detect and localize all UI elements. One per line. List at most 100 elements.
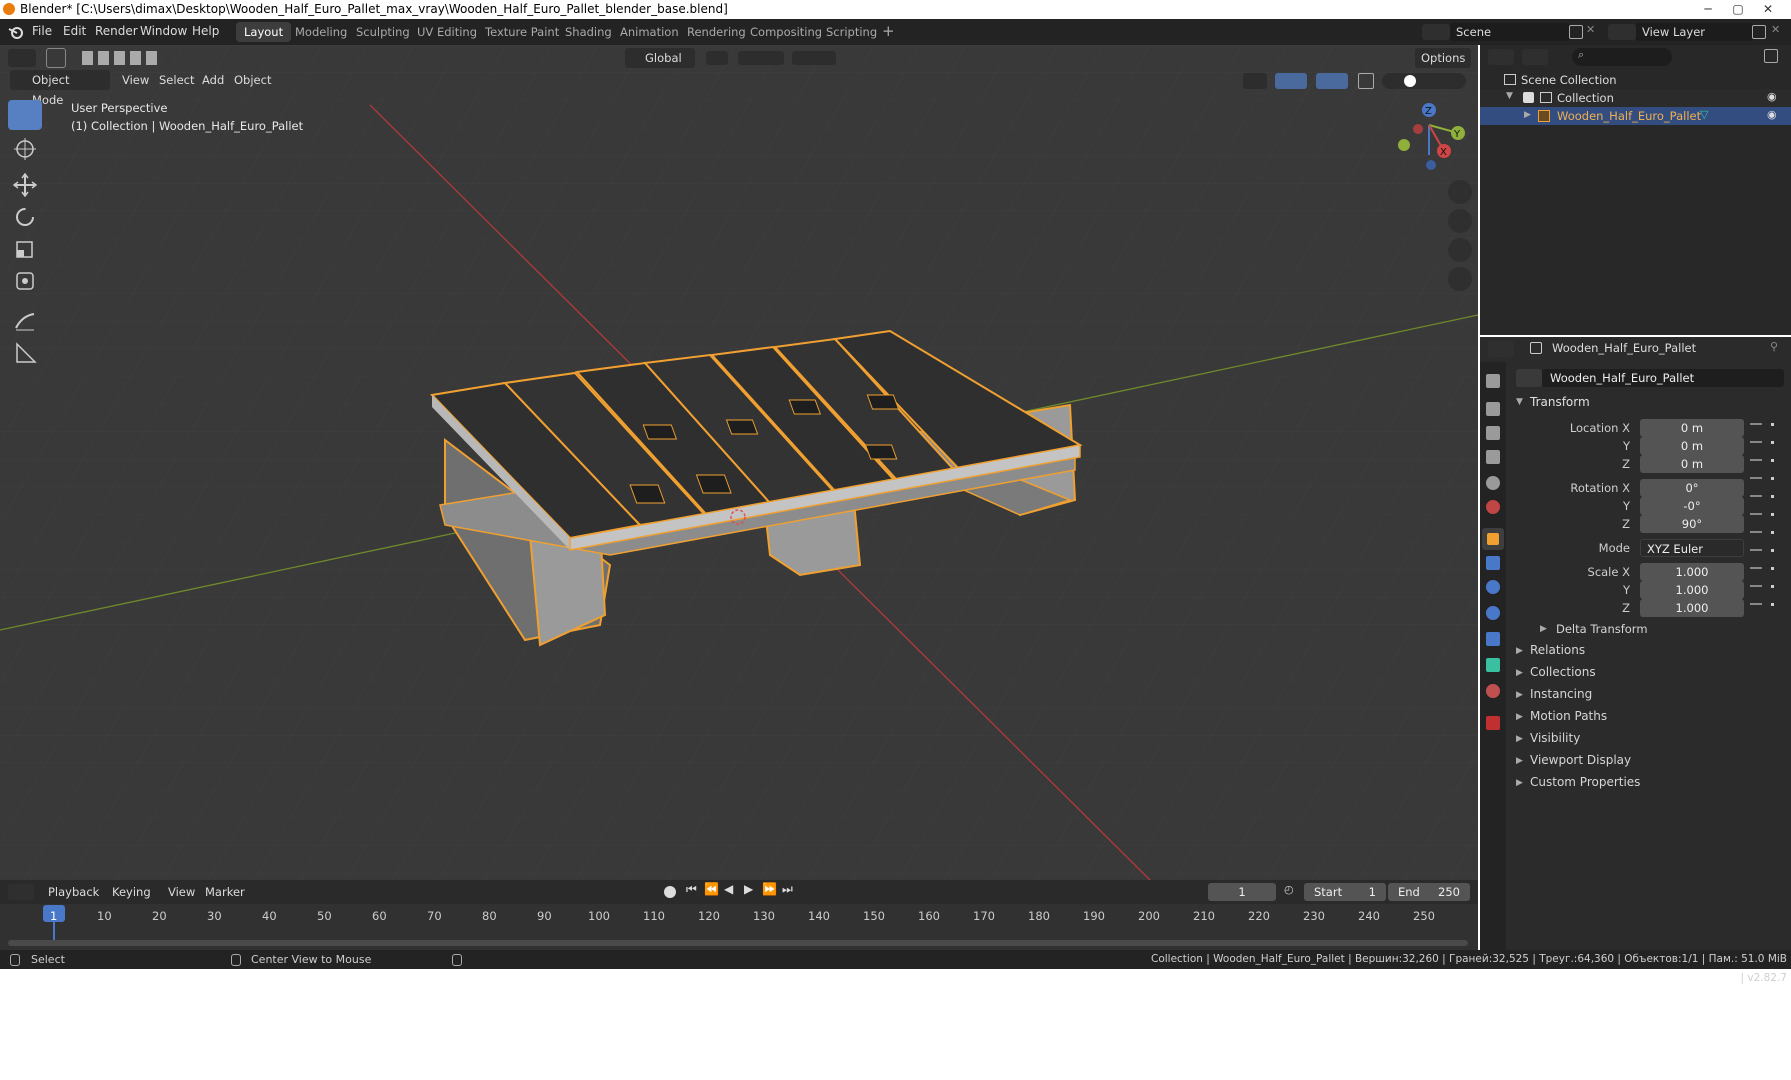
outliner-editor-icon[interactable] [1488, 49, 1514, 65]
object-browse-icon[interactable] [1516, 369, 1542, 387]
scene-selector-icon[interactable] [1422, 24, 1450, 40]
delete-scene-icon[interactable]: ✕ [1586, 23, 1595, 36]
tab-modeling[interactable]: Modeling [287, 22, 355, 42]
custom-properties-expand-icon[interactable]: ▶ [1516, 778, 1523, 788]
record-icon[interactable] [664, 886, 676, 898]
tab-shading[interactable]: Shading [557, 22, 620, 42]
viewport-menu-object[interactable]: Object [234, 70, 271, 90]
overlay-toggle-icon[interactable] [1316, 73, 1348, 89]
3d-viewport[interactable]: Z Y X [0, 45, 1478, 880]
filter-icon[interactable] [1733, 49, 1755, 65]
physics-tab-icon[interactable] [1486, 606, 1500, 620]
timeline-menu-marker[interactable]: Marker [205, 882, 245, 902]
play-icon[interactable]: ▶ [744, 882, 753, 896]
ortho-grid-icon[interactable] [1448, 267, 1472, 291]
render-tab-icon[interactable] [1486, 402, 1500, 416]
proportional-edit-icon[interactable] [792, 51, 836, 65]
collection-checkbox-icon[interactable] [1523, 92, 1534, 103]
viewport-display-expand-icon[interactable]: ▶ [1516, 756, 1523, 766]
tab-compositing[interactable]: Compositing [742, 22, 830, 42]
solid-shading-icon[interactable] [1404, 75, 1416, 87]
viewport-menu-select[interactable]: Select [159, 70, 194, 90]
location-z-field[interactable]: 0 m [1640, 455, 1744, 473]
particles-tab-icon[interactable] [1486, 580, 1500, 594]
scale-x-field[interactable]: 1.000 [1640, 563, 1744, 581]
scene-name-field[interactable]: Scene [1450, 23, 1570, 41]
camera-view-icon[interactable] [1448, 238, 1472, 262]
menu-edit[interactable]: Edit [63, 24, 86, 38]
zoom-icon[interactable] [1448, 180, 1472, 204]
outliner-row-scene-collection[interactable]: Scene Collection [1480, 71, 1791, 89]
collections-panel[interactable]: Collections [1530, 665, 1596, 679]
xray-toggle-icon[interactable] [1358, 73, 1374, 89]
tab-texture-paint[interactable]: Texture Paint [477, 22, 567, 42]
display-mode-icon[interactable] [1522, 49, 1548, 65]
next-keyframe-icon[interactable]: ⏩ [762, 882, 777, 896]
tab-uv-editing[interactable]: UV Editing [409, 22, 485, 42]
add-workspace-icon[interactable]: + [882, 22, 895, 40]
jump-end-icon[interactable]: ⏭ [782, 882, 793, 897]
keyframe-dot-icons[interactable] [1771, 423, 1774, 613]
rotation-x-field[interactable]: 0° [1640, 479, 1744, 497]
end-frame-field[interactable]: End 250 [1388, 883, 1470, 901]
transform-panel-title[interactable]: Transform [1530, 395, 1590, 409]
minimize-button[interactable]: ─ [1694, 0, 1722, 18]
visibility-filter-icon[interactable] [1243, 73, 1267, 89]
select-tool-icon[interactable] [46, 48, 66, 68]
rotation-z-field[interactable]: 90° [1640, 515, 1744, 533]
pin-icon[interactable]: ⚲ [1770, 340, 1778, 353]
properties-editor-icon[interactable] [1488, 341, 1514, 357]
timeline-scrollbar[interactable] [8, 940, 1468, 946]
instancing-panel[interactable]: Instancing [1530, 687, 1592, 701]
object-name-field[interactable]: Wooden_Half_Euro_Pallet [1542, 369, 1784, 387]
new-scene-icon[interactable] [1569, 25, 1583, 39]
tab-sculpting[interactable]: Sculpting [348, 22, 418, 42]
transform-orientation-select[interactable]: Global [625, 48, 695, 68]
delta-transform-panel[interactable]: Delta Transform [1556, 622, 1648, 636]
annotate-icon[interactable] [8, 306, 42, 336]
select-box-icon[interactable] [8, 100, 42, 130]
play-reverse-icon[interactable]: ◀ [724, 882, 733, 896]
object-mode-select[interactable]: Object Mode [10, 70, 110, 107]
scale-z-field[interactable]: 1.000 [1640, 599, 1744, 617]
object-visibility-eye-icon[interactable]: ◉ [1767, 108, 1777, 121]
outliner-row-object[interactable]: ▶ Wooden_Half_Euro_Pallet ▽ ◉ [1480, 107, 1791, 125]
lock-icons[interactable] [1750, 419, 1762, 619]
expand-collection-icon[interactable]: ▼ [1506, 91, 1513, 101]
snap-icon[interactable] [738, 51, 784, 65]
motion-paths-expand-icon[interactable]: ▶ [1516, 712, 1523, 722]
new-collection-icon[interactable] [1764, 49, 1778, 63]
output-tab-icon[interactable] [1486, 426, 1500, 440]
mesh-data-tab-icon[interactable] [1486, 658, 1500, 672]
collection-visibility-eye-icon[interactable]: ◉ [1767, 90, 1777, 103]
scale-icon[interactable] [8, 234, 42, 264]
visibility-panel[interactable]: Visibility [1530, 731, 1580, 745]
rotation-y-field[interactable]: -0° [1640, 497, 1744, 515]
tab-layout[interactable]: Layout [236, 22, 292, 42]
mesh-data-icon[interactable]: ▽ [1700, 108, 1708, 121]
timeline-editor-icon[interactable] [8, 884, 34, 900]
start-frame-field[interactable]: Start 1 [1304, 883, 1386, 901]
delta-expand-icon[interactable]: ▶ [1540, 624, 1547, 634]
tab-animation[interactable]: Animation [612, 22, 687, 42]
collections-expand-icon[interactable]: ▶ [1516, 668, 1523, 678]
outliner-search-input[interactable] [1572, 48, 1672, 66]
rotation-mode-select[interactable]: XYZ Euler [1640, 539, 1744, 557]
close-window-button[interactable]: ✕ [1754, 0, 1782, 18]
relations-panel[interactable]: Relations [1530, 643, 1585, 657]
prev-keyframe-icon[interactable]: ⏪ [704, 882, 719, 896]
viewport-display-panel[interactable]: Viewport Display [1530, 753, 1631, 767]
current-frame-field[interactable]: 1 [1208, 883, 1276, 901]
selection-mode-icons[interactable] [82, 51, 162, 65]
tool-tab-icon[interactable] [1486, 374, 1500, 388]
pan-hand-icon[interactable] [1448, 209, 1472, 233]
location-y-field[interactable]: 0 m [1640, 437, 1744, 455]
modifier-tab-icon[interactable] [1486, 556, 1500, 570]
instancing-expand-icon[interactable]: ▶ [1516, 690, 1523, 700]
maximize-button[interactable]: ▢ [1724, 0, 1752, 18]
outliner-row-collection[interactable]: ▼ Collection ◉ [1480, 89, 1791, 107]
scene-tab-icon[interactable] [1486, 476, 1500, 490]
rotate-icon[interactable] [8, 202, 42, 232]
scale-y-field[interactable]: 1.000 [1640, 581, 1744, 599]
world-tab-icon[interactable] [1486, 500, 1500, 514]
